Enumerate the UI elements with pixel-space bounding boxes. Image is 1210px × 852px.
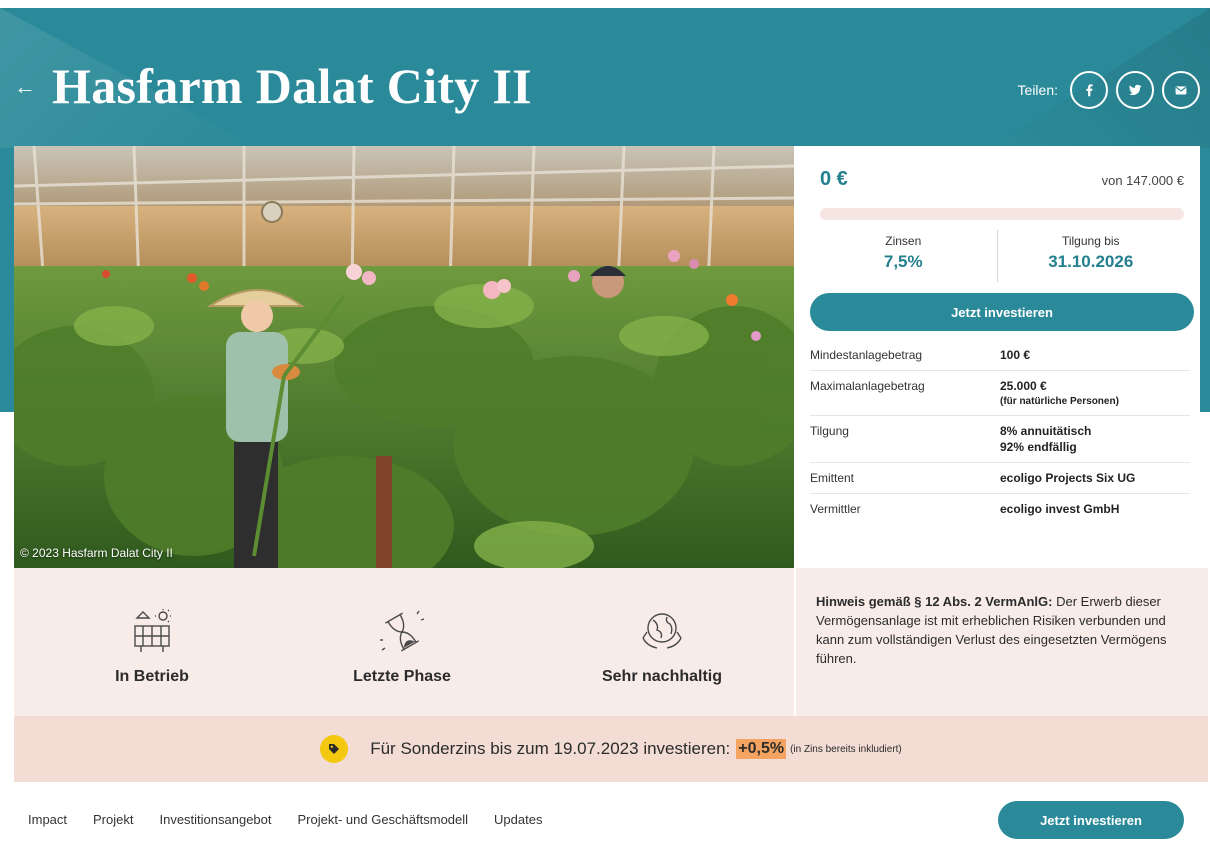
detail-row: Mindestanlagebetrag 100 €	[810, 340, 1190, 371]
promo-bonus: +0,5%	[736, 739, 787, 759]
repayment-label: Tilgung bis	[1061, 234, 1120, 248]
detail-row: Maximalanlagebetrag 25.000 € (für natürli…	[810, 371, 1190, 416]
detail-label: Tilgung	[810, 424, 849, 438]
detail-value: 25.000 € (für natürliche Personen)	[1000, 379, 1119, 407]
nav-items: Impact Projekt Investitionsangebot Proje…	[28, 812, 542, 827]
repayment-value: 31.10.2026	[1048, 252, 1134, 271]
section-nav: Impact Projekt Investitionsangebot Proje…	[14, 782, 1208, 852]
nav-item-business-model[interactable]: Projekt- und Geschäftsmodell	[298, 812, 469, 827]
nav-invest-button[interactable]: Jetzt investieren	[998, 801, 1184, 839]
share-bar: Teilen:	[1018, 71, 1200, 109]
detail-value: 100 €	[1000, 348, 1031, 362]
detail-row: Vermittler ecoligo invest GmbH	[810, 494, 1190, 524]
funded-amount: 0 €	[820, 168, 848, 190]
notice-heading: Hinweis gemäß § 12 Abs. 2 VermAnlG:	[816, 594, 1053, 609]
risk-notice: Hinweis gemäß § 12 Abs. 2 VermAnlG: Der …	[796, 568, 1208, 716]
detail-label: Mindestanlagebetrag	[810, 348, 923, 362]
promo-banner: Für Sonderzins bis zum 19.07.2023 invest…	[14, 716, 1208, 782]
feature-label: Letzte Phase	[353, 668, 451, 685]
twitter-icon[interactable]	[1116, 71, 1154, 109]
detail-value: ecoligo invest GmbH	[1000, 502, 1120, 516]
detail-value: 8% annuitätisch 92% endfällig	[1000, 424, 1092, 454]
interest-stat: Zinsen 7,5%	[810, 230, 997, 282]
feature-last-phase: Letzte Phase	[302, 608, 502, 686]
globe-hands-icon	[642, 613, 682, 649]
hourglass-icon	[380, 610, 425, 652]
nav-item-updates[interactable]: Updates	[494, 812, 542, 827]
hero-image: © 2023 Hasfarm Dalat City II	[14, 146, 794, 568]
detail-row: Emittent ecoligo Projects Six UG	[810, 463, 1190, 494]
key-figures: Zinsen 7,5% Tilgung bis 31.10.2026	[810, 230, 1184, 282]
funding-progress-bar	[820, 208, 1184, 220]
project-features: In Betrieb Letzte Phase Sehr nachhaltig	[14, 568, 794, 716]
nav-item-investment-offer[interactable]: Investitionsangebot	[159, 812, 271, 827]
funding-target: von 147.000 €	[1101, 173, 1184, 188]
arrow-left-icon[interactable]: ←	[14, 76, 36, 98]
detail-label: Maximalanlagebetrag	[810, 379, 925, 393]
funding-summary: 0 € von 147.000 €	[820, 168, 1184, 191]
nav-item-project[interactable]: Projekt	[93, 812, 133, 827]
detail-table: Mindestanlagebetrag 100 € Maximalanlageb…	[810, 340, 1190, 524]
solar-panel-icon	[134, 609, 171, 652]
investment-panel: 0 € von 147.000 € Zinsen 7,5% Tilgung bi…	[794, 146, 1200, 568]
nav-item-impact[interactable]: Impact	[28, 812, 67, 827]
interest-value: 7,5%	[883, 252, 923, 271]
detail-value: ecoligo Projects Six UG	[1000, 471, 1136, 485]
page-header: ← Hasfarm Dalat City II Teilen:	[0, 8, 1210, 146]
email-icon[interactable]	[1162, 71, 1200, 109]
detail-sub: 92% endfällig	[1000, 440, 1077, 454]
tag-icon	[320, 735, 349, 763]
interest-label: Zinsen	[885, 234, 922, 248]
feature-label: In Betrieb	[115, 668, 189, 685]
detail-label: Emittent	[810, 471, 855, 485]
feature-in-operation: In Betrieb	[52, 608, 252, 686]
page-title: Hasfarm Dalat City II	[52, 58, 532, 114]
feature-sustainable: Sehr nachhaltig	[562, 608, 762, 686]
promo-note: (in Zins bereits inkludiert)	[790, 743, 902, 755]
facebook-icon[interactable]	[1070, 71, 1108, 109]
image-credit: © 2023 Hasfarm Dalat City II	[20, 546, 173, 560]
share-label: Teilen:	[1017, 82, 1058, 98]
invest-button[interactable]: Jetzt investieren	[810, 293, 1194, 331]
detail-row: Tilgung 8% annuitätisch 92% endfällig	[810, 416, 1190, 463]
feature-label: Sehr nachhaltig	[601, 668, 723, 685]
promo-text: Für Sonderzins bis zum 19.07.2023 invest…	[370, 739, 731, 758]
repayment-stat: Tilgung bis 31.10.2026	[996, 230, 1185, 282]
detail-label: Vermittler	[810, 502, 861, 516]
detail-sub: (für natürliche Personen)	[1000, 396, 1119, 407]
